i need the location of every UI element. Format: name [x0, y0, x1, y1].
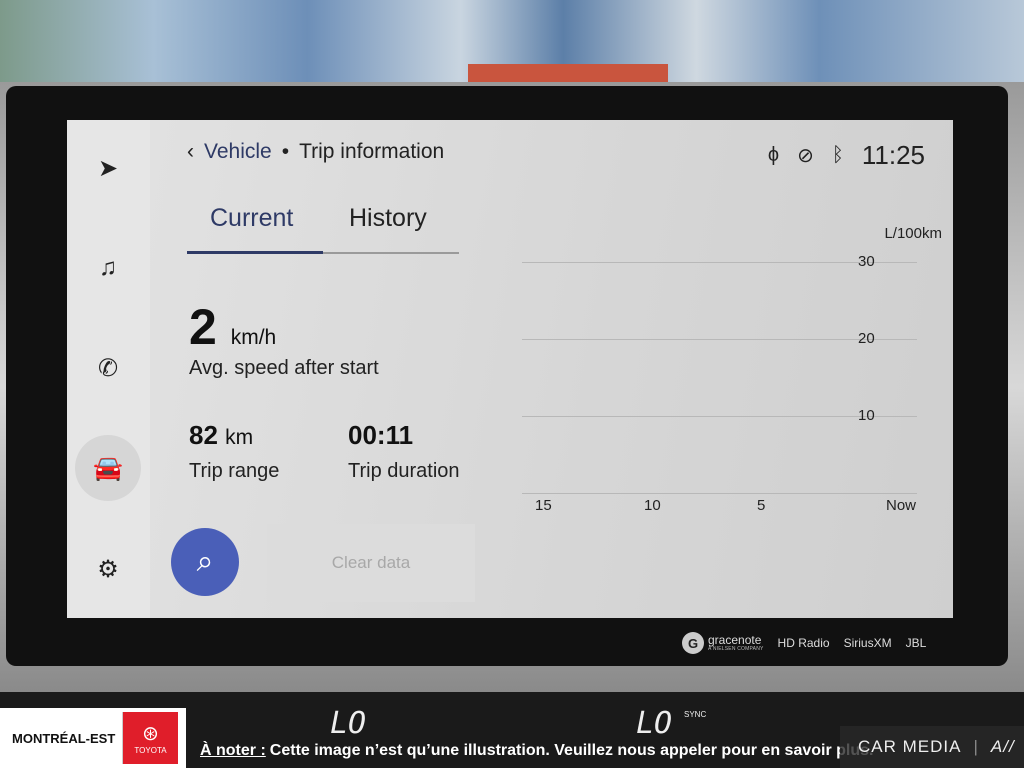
sidebar: ➤ ♫ ✆ 🚘 ⚙	[67, 120, 150, 618]
trip-range-unit: km	[225, 426, 254, 449]
trip-range-value: 82 km	[189, 420, 253, 451]
breadcrumb-vehicle[interactable]: Vehicle	[204, 140, 272, 164]
toyota-emblem-icon: ⊛	[142, 723, 159, 745]
toyota-wordmark: TOYOTA	[134, 746, 167, 755]
breadcrumb-separator: •	[281, 140, 290, 163]
gracenote-logo: G gracenote A NIELSEN COMPANY	[682, 632, 764, 654]
tab-bar: Current History	[187, 198, 459, 254]
watermark-text: CAR MEDIA	[858, 737, 962, 756]
dealer-logo: MONTRÉAL-EST ⊛ TOYOTA	[0, 708, 186, 768]
trip-duration-label: Trip duration	[348, 460, 460, 482]
breadcrumb: ‹ Vehicle • Trip information	[187, 140, 444, 164]
sidebar-item-phone[interactable]: ✆	[75, 335, 141, 401]
hd-radio-logo: HD Radio	[777, 636, 830, 650]
infotainment-screen: ➤ ♫ ✆ 🚘 ⚙ ‹ Vehicle • Trip information ϕ…	[67, 120, 953, 618]
y-tick-label: 10	[858, 407, 875, 424]
gracenote-name: gracenote	[708, 633, 762, 647]
brand-logos: G gracenote A NIELSEN COMPANY HD Radio S…	[682, 632, 926, 654]
watermark: CAR MEDIA | A//	[840, 726, 1024, 768]
avg-speed-number: 2	[189, 299, 217, 355]
sidebar-item-navigation[interactable]: ➤	[75, 135, 141, 201]
x-tick-label: 15	[535, 497, 552, 514]
jbl-logo: JBL	[905, 636, 927, 650]
disclaimer-prefix: À noter :	[200, 742, 266, 759]
climate-right-temp: LO	[636, 706, 673, 741]
page-title: Trip information	[299, 140, 445, 163]
avg-speed-label: Avg. speed after start	[189, 357, 379, 379]
search-icon: ⌕	[196, 545, 214, 578]
gear-icon: ⚙	[97, 555, 119, 583]
trip-range-number: 82	[189, 420, 218, 450]
chart-unit: L/100km	[884, 225, 942, 242]
avg-speed-unit: km/h	[230, 326, 277, 349]
wireless-charging-icon: ϕ	[767, 144, 780, 166]
search-button[interactable]: ⌕	[171, 528, 239, 596]
avg-speed-value: 2 km/h	[189, 298, 276, 356]
status-bar: ϕ ⊘ ᛒ 11:25	[768, 140, 925, 171]
disclaimer-text: Cette image n’est qu’une illustration. V…	[269, 742, 874, 759]
navigation-icon: ➤	[97, 154, 119, 182]
climate-left-temp: LO	[330, 706, 367, 741]
chevron-left-icon[interactable]: ‹	[187, 140, 194, 164]
sidebar-item-settings[interactable]: ⚙	[75, 536, 141, 602]
x-tick-label: 5	[757, 497, 766, 514]
x-tick-label: Now	[886, 497, 917, 514]
x-axis-line	[522, 493, 917, 494]
voice-off-icon: ⊘	[797, 145, 814, 167]
watermark-divider: |	[973, 737, 979, 756]
y-tick-label: 20	[858, 330, 875, 347]
toyota-logo: ⊛ TOYOTA	[122, 712, 178, 764]
sync-label: SYNC	[684, 710, 707, 719]
gracenote-tagline: A NIELSEN COMPANY	[708, 646, 764, 652]
siriusxm-logo: SiriusXM	[843, 636, 892, 650]
watermark-mark: A//	[990, 737, 1015, 756]
sidebar-item-music[interactable]: ♫	[75, 235, 141, 301]
dealer-name: MONTRÉAL-EST	[12, 730, 116, 746]
disclaimer: À noter : Cette image n’est qu’une illust…	[200, 742, 873, 760]
clock: 11:25	[861, 140, 925, 170]
y-tick-label: 30	[858, 253, 875, 270]
fuel-consumption-chart: L/100km 30 20 10 15 10 5 Now	[522, 225, 942, 525]
tab-history[interactable]: History	[349, 204, 427, 233]
x-tick-label: 10	[644, 497, 661, 514]
clear-data-button[interactable]: Clear data	[267, 524, 475, 602]
phone-icon: ✆	[97, 354, 119, 382]
trip-duration-value: 00:11	[348, 420, 414, 450]
sidebar-item-vehicle[interactable]: 🚘	[75, 435, 141, 501]
bluetooth-icon: ᛒ	[831, 144, 844, 166]
car-icon: 🚘	[93, 454, 123, 482]
music-icon: ♫	[99, 254, 117, 281]
tab-current[interactable]: Current	[210, 204, 293, 233]
gracenote-icon: G	[682, 632, 704, 654]
active-tab-indicator	[187, 251, 323, 254]
trip-range-label: Trip range	[189, 460, 280, 482]
